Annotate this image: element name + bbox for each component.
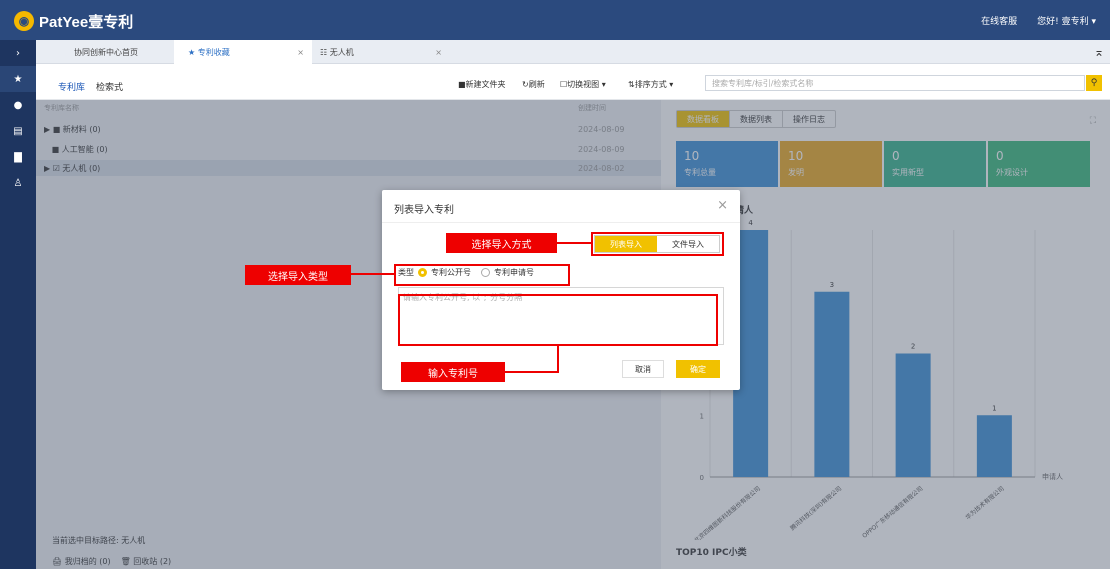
refresh-button[interactable]: ↻刷新 [522,79,545,90]
top-bar: ◉ PatYee壹专利 在线客服 您好! 壹专利 ▾ [0,0,1110,40]
search-input[interactable]: 搜索专利库/标引/检索式名称 [705,75,1085,91]
close-icon[interactable]: × [435,48,442,57]
close-icon[interactable]: × [297,48,304,57]
annotation-line [505,371,559,373]
annotation-box-type [394,264,570,286]
annotation-type: 选择导入类型 [245,265,351,285]
tab-label: 协同创新中心首页 [74,47,138,57]
tab-search-expr[interactable]: 检索式 [96,80,123,93]
tab-bar: 协同创新中心首页 ★ 专利收藏 × ☷ 无人机 × ⌅ [36,40,1110,64]
tab-label: ☷ 无人机 [320,47,354,57]
dot-icon[interactable]: ● [0,92,36,118]
annotation-box-number [398,294,718,346]
annotation-line [557,242,591,244]
collapse-icon[interactable]: ⌅ [1094,45,1104,59]
tab-favorites[interactable]: ★ 专利收藏 × [174,40,312,64]
new-folder-button[interactable]: ■新建文件夹 [458,79,506,90]
switch-view-button[interactable]: ☐切换视图 ▾ [560,79,606,90]
annotation-box-mode [591,232,724,256]
dialog-title: 列表导入专利 [394,205,454,216]
annotation-line [351,273,394,275]
divider [382,222,740,223]
sort-button[interactable]: ⇅排序方式 ▾ [628,79,673,90]
cancel-button[interactable]: 取消 [622,360,664,378]
online-service-link[interactable]: 在线客服 [981,14,1017,27]
tab-home[interactable]: 协同创新中心首页 [36,40,174,64]
star-icon[interactable]: ★ [0,66,36,92]
close-icon[interactable]: × [717,198,728,213]
annotation-mode: 选择导入方式 [446,233,557,253]
import-dialog: 列表导入专利 × 列表导入 文件导入 类型 专利公开号 专利申请号 请输入专利公… [382,190,740,390]
tab-library[interactable]: 专利库 [58,80,85,93]
user-menu[interactable]: 您好! 壹专利 ▾ [1037,14,1096,27]
confirm-button[interactable]: 确定 [676,360,720,378]
logo-icon: ◉ [14,11,34,31]
tab-drone[interactable]: ☷ 无人机 × [312,40,450,64]
brand-name: PatYee壹专利 [39,13,134,31]
user-icon[interactable]: ♙ [0,170,36,196]
monitor-icon[interactable]: ▤ [0,118,36,144]
top-right: 在线客服 您好! 壹专利 ▾ [981,14,1096,27]
search-icon[interactable]: ⚲ [1086,75,1102,91]
sidebar: › ★ ● ▤ ▇ ♙ [0,40,36,569]
doc-icon[interactable]: ▇ [0,144,36,170]
annotation-number: 输入专利号 [401,362,505,382]
tab-label: ★ 专利收藏 [188,47,230,57]
annotation-line [557,346,559,372]
brand-logo[interactable]: ◉ PatYee壹专利 [14,10,134,32]
expand-icon[interactable]: › [0,40,36,66]
